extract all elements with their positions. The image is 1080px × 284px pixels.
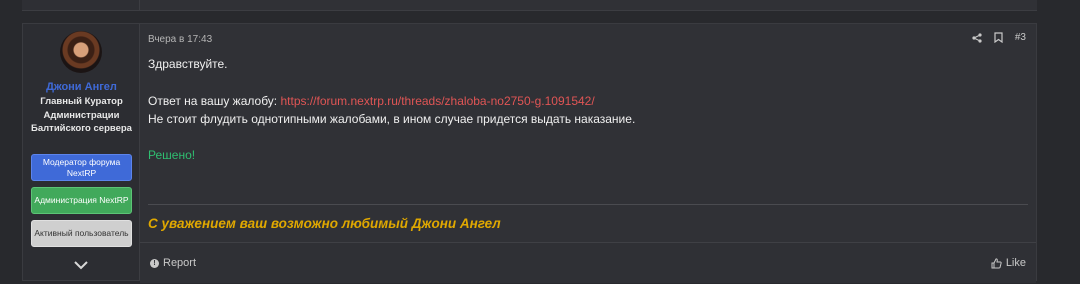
user-banner-moderator: Модератор форума NextRP	[31, 154, 132, 181]
info-icon: !	[150, 258, 159, 268]
post-actions: #3	[972, 32, 1026, 43]
report-button[interactable]: ! Report	[150, 257, 196, 269]
previous-post-sidebar	[22, 0, 140, 10]
post-footer: ! Report Like	[140, 242, 1036, 283]
forum-post: Джони Ангел Главный Куратор Администраци…	[22, 23, 1037, 283]
signature: С уважением ваш возможно любимый Джони А…	[148, 216, 501, 231]
like-button[interactable]: Like	[991, 257, 1026, 269]
user-title: Главный Куратор Администрации Балтийског…	[31, 96, 132, 134]
user-sidebar: Джони Ангел Главный Куратор Администраци…	[23, 24, 140, 280]
status-solved: Решено!	[148, 148, 196, 162]
user-banner-active-user: Активный пользователь	[31, 220, 132, 247]
report-label: Report	[163, 257, 197, 269]
complaint-link[interactable]: https://forum.nextrp.ru/threads/zhaloba-…	[280, 94, 594, 108]
bookmark-button[interactable]	[994, 32, 1003, 43]
reply-prefix: Ответ на вашу жалобу:	[148, 94, 281, 108]
greeting-text: Здравствуйте.	[148, 57, 228, 71]
post-main: Вчера в 17:43 #3 Здравствуйте. Ответ на …	[140, 24, 1036, 283]
chevron-down-icon	[74, 260, 88, 269]
share-button[interactable]	[972, 32, 982, 43]
share-icon	[972, 32, 982, 43]
post-number-link[interactable]: #3	[1015, 32, 1026, 43]
like-label: Like	[1005, 257, 1026, 269]
previous-post-edge	[22, 0, 1037, 11]
bookmark-icon	[994, 32, 1003, 43]
signature-divider	[148, 204, 1028, 205]
username-link[interactable]: Джони Ангел	[23, 81, 140, 93]
post-date[interactable]: Вчера в 17:43	[148, 34, 212, 45]
user-banner-administration: Администрация NextRP	[31, 187, 132, 214]
expand-user-info-button[interactable]	[73, 259, 89, 271]
thumbs-up-icon	[991, 257, 1002, 268]
warning-text: Не стоит флудить однотипными жалобами, в…	[148, 112, 636, 126]
reply-line: Ответ на вашу жалобу: https://forum.next…	[148, 94, 595, 108]
avatar[interactable]	[60, 31, 102, 73]
